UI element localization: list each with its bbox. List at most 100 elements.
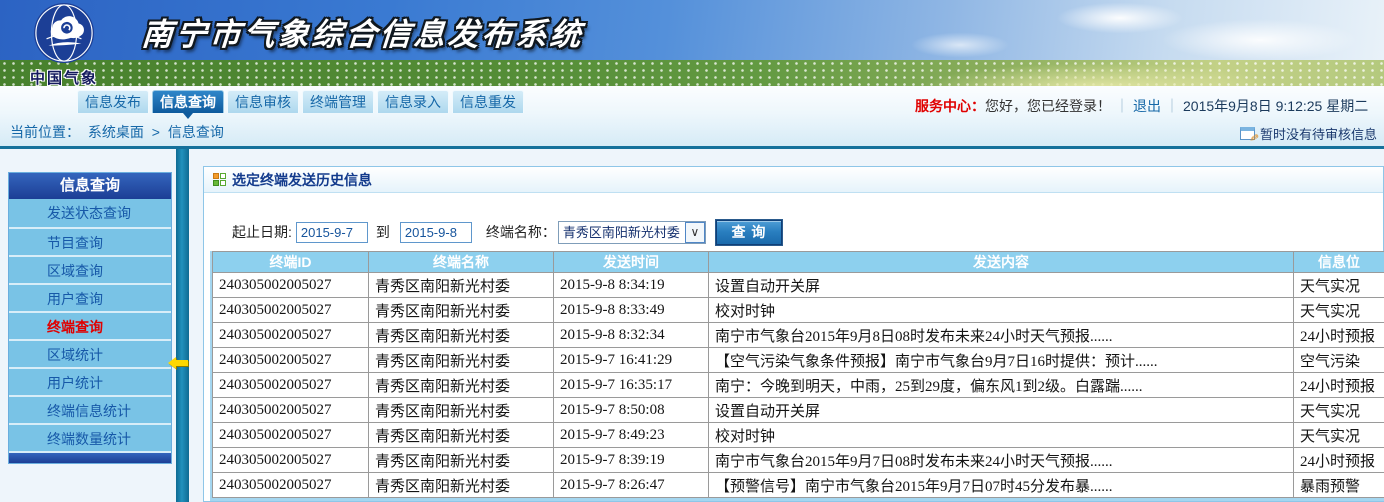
table-cell: 天气实况 [1294, 298, 1384, 323]
arrow-head [168, 357, 176, 369]
table-cell: 天气实况 [1294, 423, 1384, 448]
tab-info-audit[interactable]: 信息审核 [227, 90, 299, 113]
table-cell: 【预警信号】南宁市气象台2015年9月7日07时45分发布暴...... [709, 473, 1294, 498]
table-cell: 青秀区南阳新光村委 [369, 373, 554, 398]
query-button[interactable]: 查 询 [716, 220, 782, 245]
table-cell: 【空气污染气象条件预报】南宁市气象台9月7日16时提供：预计...... [709, 348, 1294, 373]
table-header-row: 终端ID 终端名称 发送时间 发送内容 信息位 [213, 252, 1384, 273]
collapse-sidebar-arrow-icon[interactable] [168, 357, 190, 369]
sidebar-item-program-query[interactable]: 节目查询 [9, 227, 171, 255]
logout-link[interactable]: 退出 [1133, 98, 1161, 114]
logo-caption: 中国气象 [16, 67, 112, 88]
history-table-wrap: 终端ID 终端名称 发送时间 发送内容 信息位 240305002005027青… [210, 251, 1384, 501]
history-panel: 选定终端发送历史信息 起止日期: 到 终端名称： 青秀区南阳新光村委 ∨ 查 询… [203, 166, 1384, 502]
col-header-terminal-id: 终端ID [213, 252, 369, 273]
tab-info-publish[interactable]: 信息发布 [77, 90, 149, 113]
table-cell: 2015-9-7 16:41:29 [554, 348, 709, 373]
login-greeting: 您好，您已经登录！ [985, 98, 1111, 114]
audit-notice: 暂时没有待审核信息 [1240, 124, 1377, 143]
separator: ｜ [1165, 98, 1179, 114]
table-cell: 2015-9-8 8:34:19 [554, 273, 709, 298]
table-cell: 24小时预报 [1294, 448, 1384, 473]
cma-logo-icon [33, 2, 95, 64]
table-row[interactable]: 240305002005027青秀区南阳新光村委2015-9-8 8:32:34… [213, 323, 1384, 348]
table-row[interactable]: 240305002005027青秀区南阳新光村委2015-9-7 8:49:23… [213, 423, 1384, 448]
tab-info-query[interactable]: 信息查询 [152, 90, 224, 113]
col-header-terminal-name: 终端名称 [369, 252, 554, 273]
start-date-input[interactable] [296, 222, 368, 243]
col-header-send-content: 发送内容 [709, 252, 1294, 273]
table-cell: 校对时钟 [709, 298, 1294, 323]
table-row[interactable]: 240305002005027青秀区南阳新光村委2015-9-7 16:41:2… [213, 348, 1384, 373]
breadcrumb-home[interactable]: 系统桌面 [88, 124, 144, 140]
breadcrumb-current[interactable]: 信息查询 [168, 124, 224, 140]
table-cell: 240305002005027 [213, 373, 369, 398]
table-cell: 青秀区南阳新光村委 [369, 398, 554, 423]
panel-header: 选定终端发送历史信息 [204, 167, 1383, 193]
app-window: 中国气象 南宁市气象综合信息发布系统 信息发布 信息查询 信息审核 终端管理 信… [0, 0, 1384, 502]
sidebar-item-send-status-query[interactable]: 发送状态查询 [9, 199, 171, 227]
cma-logo: 中国气象 [16, 2, 112, 88]
table-row[interactable]: 240305002005027青秀区南阳新光村委2015-9-7 8:50:08… [213, 398, 1384, 423]
table-cell: 青秀区南阳新光村委 [369, 423, 554, 448]
table-cell: 南宁市气象台2015年9月8日08时发布未来24小时天气预报...... [709, 323, 1294, 348]
table-cell: 2015-9-7 8:39:19 [554, 448, 709, 473]
table-cell: 24小时预报 [1294, 323, 1384, 348]
table-cell: 2015-9-8 8:32:34 [554, 323, 709, 348]
table-cell: 青秀区南阳新光村委 [369, 323, 554, 348]
table-row[interactable]: 240305002005027青秀区南阳新光村委2015-9-8 8:33:49… [213, 298, 1384, 323]
table-cell: 2015-9-7 8:50:08 [554, 398, 709, 423]
terminal-select[interactable]: 青秀区南阳新光村委 ∨ [558, 221, 706, 244]
audit-notice-text: 暂时没有待审核信息 [1260, 124, 1377, 143]
tab-info-resend[interactable]: 信息重发 [452, 90, 524, 113]
table-row[interactable]: 240305002005027青秀区南阳新光村委2015-9-7 16:35:1… [213, 373, 1384, 398]
arrow-stem [176, 360, 188, 366]
col-header-info-type: 信息位 [1294, 252, 1384, 273]
sidebar-item-user-stats[interactable]: 用户统计 [9, 367, 171, 395]
table-cell: 暴雨预警 [1294, 473, 1384, 498]
table-cell: 2015-9-7 8:49:23 [554, 423, 709, 448]
table-row[interactable]: 240305002005027青秀区南阳新光村委2015-9-8 8:34:19… [213, 273, 1384, 298]
tab-terminal-manage[interactable]: 终端管理 [302, 90, 374, 113]
sidebar-item-terminal-count-stats[interactable]: 终端数量统计 [9, 423, 171, 451]
sidebar-item-region-stats[interactable]: 区域统计 [9, 339, 171, 367]
breadcrumb-separator: > [152, 124, 160, 140]
tab-info-entry[interactable]: 信息录入 [377, 90, 449, 113]
datetime-display: 2015年9月8日 9:12:25 星期二 [1183, 98, 1368, 114]
history-table: 终端ID 终端名称 发送时间 发送内容 信息位 240305002005027青… [212, 251, 1384, 498]
table-cell: 240305002005027 [213, 348, 369, 373]
table-cell: 天气实况 [1294, 398, 1384, 423]
table-cell: 校对时钟 [709, 423, 1294, 448]
date-range-label: 起止日期: [232, 222, 292, 242]
sidebar-item-terminal-info-stats[interactable]: 终端信息统计 [9, 395, 171, 423]
table-cell: 设置自动开关屏 [709, 398, 1294, 423]
table-row[interactable]: 240305002005027青秀区南阳新光村委2015-9-7 8:26:47… [213, 473, 1384, 498]
table-cell: 南宁：今晚到明天，中雨，25到29度，偏东风1到2级。白露踹...... [709, 373, 1294, 398]
history-table-body: 240305002005027青秀区南阳新光村委2015-9-8 8:34:19… [213, 273, 1384, 498]
table-cell: 青秀区南阳新光村委 [369, 448, 554, 473]
table-cell: 设置自动开关屏 [709, 273, 1294, 298]
table-cell: 南宁市气象台2015年9月7日08时发布未来24小时天气预报...... [709, 448, 1294, 473]
table-cell: 240305002005027 [213, 448, 369, 473]
terminal-select-value: 青秀区南阳新光村委 [559, 222, 685, 243]
table-cell: 240305002005027 [213, 473, 369, 498]
chevron-down-icon[interactable]: ∨ [685, 222, 705, 243]
header-divider [0, 146, 1384, 149]
top-banner: 中国气象 南宁市气象综合信息发布系统 [0, 0, 1384, 86]
table-row[interactable]: 240305002005027青秀区南阳新光村委2015-9-7 8:39:19… [213, 448, 1384, 473]
table-cell: 青秀区南阳新光村委 [369, 348, 554, 373]
table-cell: 240305002005027 [213, 398, 369, 423]
site-title: 南宁市气象综合信息发布系统 [140, 9, 585, 54]
table-cell: 24小时预报 [1294, 373, 1384, 398]
sidebar-item-terminal-query[interactable]: 终端查询 [9, 311, 171, 339]
end-date-input[interactable] [400, 222, 472, 243]
sidebar-item-region-query[interactable]: 区域查询 [9, 255, 171, 283]
table-cell: 240305002005027 [213, 298, 369, 323]
table-cell: 天气实况 [1294, 273, 1384, 298]
col-header-send-time: 发送时间 [554, 252, 709, 273]
sidebar-header: 信息查询 [9, 173, 171, 199]
banner-grass-decoration [0, 60, 1384, 86]
query-form: 起止日期: 到 终端名称： 青秀区南阳新光村委 ∨ 查 询 [204, 215, 1383, 249]
sidebar-splitter[interactable] [176, 149, 189, 502]
sidebar-item-user-query[interactable]: 用户查询 [9, 283, 171, 311]
